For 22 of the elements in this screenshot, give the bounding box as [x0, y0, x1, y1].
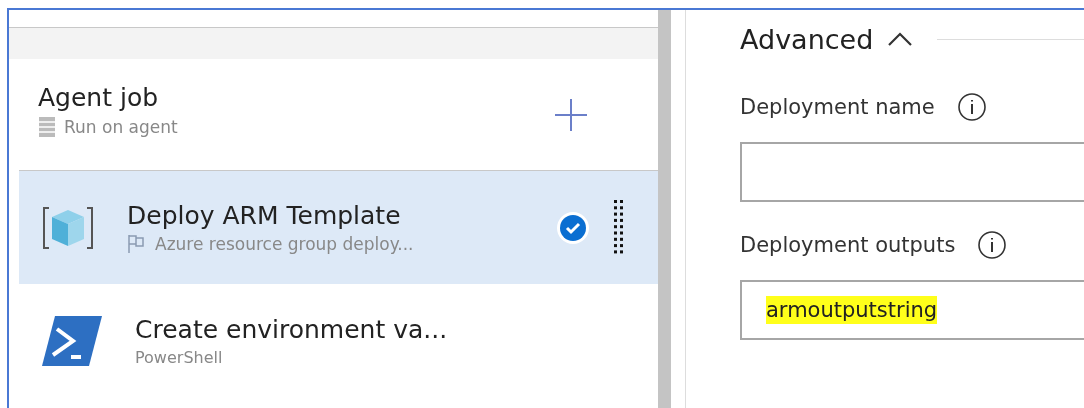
server-icon	[38, 116, 56, 138]
chevron-icon[interactable]	[887, 31, 914, 47]
task-row[interactable]: Deploy ARM Template Azure resource group deploy...	[19, 171, 658, 284]
task-subtitle: PowerShell	[135, 347, 223, 367]
section-title: Advanced	[740, 23, 874, 55]
text-field[interactable]: armoutputstring	[740, 280, 1084, 340]
task-title: Deploy ARM Template	[127, 201, 402, 230]
check-icon	[556, 210, 590, 245]
add-icon[interactable]	[554, 97, 588, 132]
field-value: armoutputstring	[766, 296, 938, 324]
task-title: Create environment va...	[135, 314, 449, 344]
flag-icon	[127, 234, 147, 254]
drag-handle-icon[interactable]	[614, 199, 624, 256]
info-icon[interactable]	[956, 92, 987, 122]
job-subtitle: Run on agent	[64, 117, 178, 137]
text-field[interactable]	[740, 142, 1084, 202]
field-label: Deployment name	[740, 95, 935, 119]
job-title: Agent job	[38, 83, 160, 112]
powershell-icon	[41, 314, 103, 367]
task-subtitle: Azure resource group deploy...	[155, 234, 414, 254]
info-icon[interactable]	[977, 230, 1008, 260]
field-label: Deployment outputs	[740, 233, 956, 257]
